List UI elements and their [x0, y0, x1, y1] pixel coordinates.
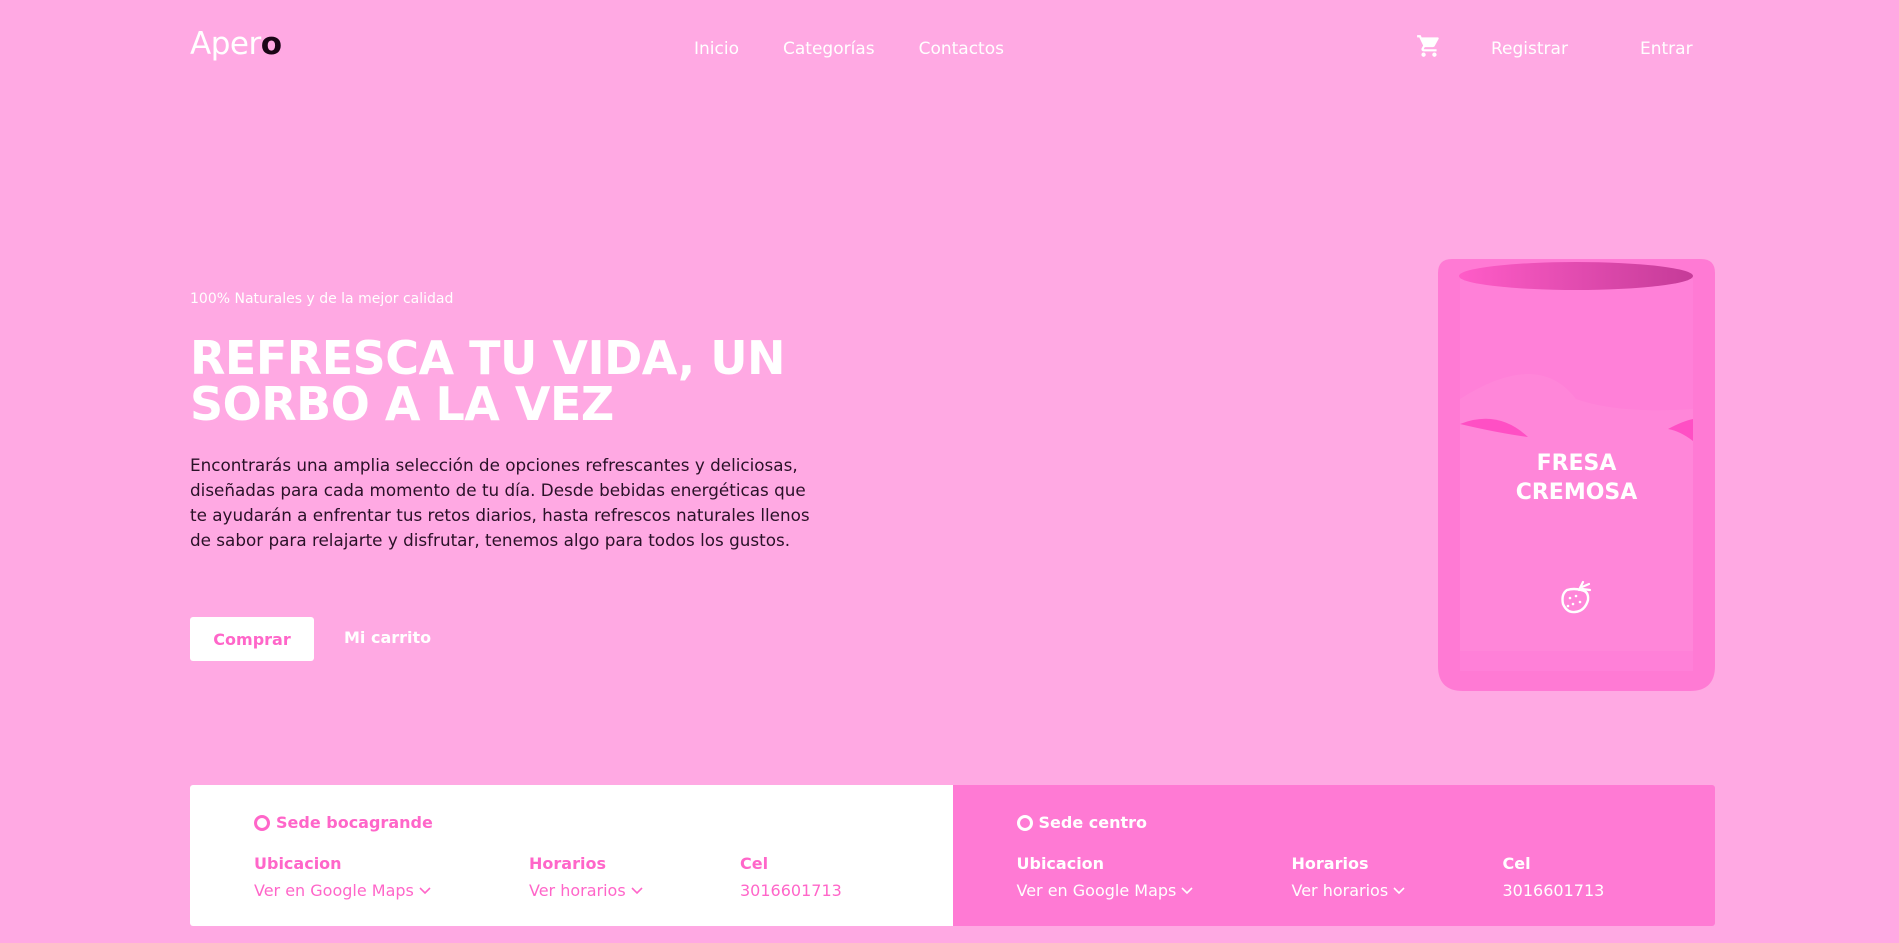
- my-cart-link[interactable]: Mi carrito: [344, 628, 431, 647]
- location-dot-icon: [1016, 814, 1033, 831]
- nav-inicio[interactable]: Inicio: [694, 39, 739, 59]
- location-field: Ubicacion Ver en Google Maps: [1017, 854, 1194, 900]
- hours-label: Horarios: [1291, 854, 1369, 873]
- chevron-down-icon: [1393, 886, 1405, 894]
- phone-value: 3016601713: [1502, 881, 1605, 900]
- hours-field: Horarios Ver horarios: [529, 854, 643, 900]
- hero-headline: REFRESCA TU VIDA, UN SORBO A LA VEZ: [190, 331, 786, 431]
- main-nav: Inicio Categorías Contactos: [694, 39, 1004, 59]
- hours-dropdown[interactable]: Ver horarios: [1292, 881, 1406, 900]
- hours-text: Ver horarios: [1291, 881, 1389, 900]
- branch-name: Sede bocagrande: [276, 813, 433, 832]
- branch-centro: Sede centro Ubicacion Ver en Google Maps…: [952, 785, 1715, 926]
- location-field: Ubicacion Ver en Google Maps: [254, 854, 431, 900]
- register-link[interactable]: Registrar: [1491, 39, 1568, 59]
- product-label-line2: CREMOSA: [1515, 480, 1638, 505]
- chevron-down-icon: [1181, 886, 1193, 894]
- product-label-line1: FRESA: [1536, 451, 1617, 476]
- location-label: Ubicacion: [254, 854, 342, 873]
- hero-description: Encontrarás una amplia selección de opci…: [190, 455, 810, 550]
- cart-icon[interactable]: [1416, 33, 1442, 59]
- location-label: Ubicacion: [1016, 854, 1105, 873]
- hours-field: Horarios Ver horarios: [1292, 854, 1406, 900]
- phone-value: 3016601713: [740, 881, 842, 900]
- branch-bocagrande: Sede bocagrande Ubicacion Ver en Google …: [190, 785, 953, 926]
- login-link[interactable]: Entrar: [1640, 39, 1693, 59]
- strawberry-icon: [1561, 580, 1592, 614]
- location-dot-icon: [254, 814, 270, 831]
- product-label: FRESA CREMOSA: [1438, 449, 1715, 507]
- hero-eyebrow: 100% Naturales y de la mejor calidad: [190, 291, 454, 307]
- nav-categorias[interactable]: Categorías: [783, 39, 875, 59]
- nav-contactos[interactable]: Contactos: [919, 39, 1004, 59]
- google-maps-text: Ver en Google Maps: [254, 881, 414, 900]
- hours-label: Horarios: [529, 854, 606, 873]
- branch-title: Sede bocagrande: [254, 813, 433, 832]
- google-maps-text: Ver en Google Maps: [1016, 881, 1177, 900]
- phone-field: Cel 3016601713: [1503, 854, 1605, 900]
- hours-dropdown[interactable]: Ver horarios: [529, 881, 643, 900]
- branch-name: Sede centro: [1038, 813, 1148, 832]
- chevron-down-icon: [419, 886, 431, 894]
- logo-text: Aper: [190, 26, 261, 62]
- chevron-down-icon: [631, 886, 643, 894]
- branch-title: Sede centro: [1016, 813, 1148, 832]
- hours-text: Ver horarios: [529, 881, 626, 900]
- logo-accent: o: [260, 26, 282, 62]
- phone-label: Cel: [740, 854, 769, 873]
- google-maps-link[interactable]: Ver en Google Maps: [254, 881, 431, 900]
- locations-panel: Sede bocagrande Ubicacion Ver en Google …: [190, 785, 1715, 926]
- logo[interactable]: Aper o: [190, 26, 282, 62]
- phone-field: Cel 3016601713: [740, 854, 842, 900]
- buy-button[interactable]: Comprar: [190, 617, 314, 661]
- phone-label: Cel: [1502, 854, 1531, 873]
- google-maps-link[interactable]: Ver en Google Maps: [1017, 881, 1194, 900]
